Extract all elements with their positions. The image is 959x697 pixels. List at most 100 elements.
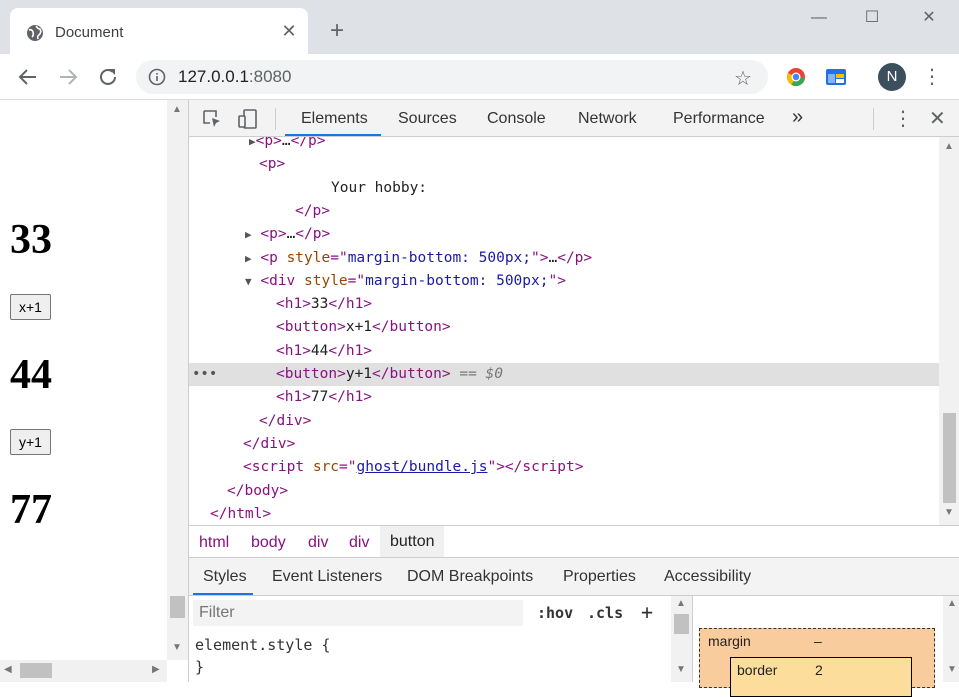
active-subtab-indicator [193,593,253,595]
scroll-left-icon[interactable]: ◀ [4,664,12,675]
dom-node[interactable]: </p> [189,200,939,223]
tab-performance[interactable]: Performance [673,110,765,128]
devtools-close-icon[interactable]: ✕ [929,106,946,131]
dom-node[interactable]: <h1>33</h1> [189,293,939,316]
maximize-button[interactable]: ☐ [857,6,887,30]
page-horizontal-scrollbar[interactable]: ◀ ▶ [0,660,167,682]
y-plus-one-button[interactable]: y+1 [10,429,51,455]
tab-sources[interactable]: Sources [398,110,457,128]
address-bar[interactable]: 127.0.0.1:8080 ☆ [136,60,768,94]
dom-node[interactable]: </div> [189,410,939,433]
page-scroll-thumb[interactable] [170,596,185,618]
dom-node[interactable]: <button>x+1</button> [189,316,939,339]
dom-node[interactable]: </body> [189,480,939,503]
tab-styles[interactable]: Styles [203,568,247,586]
element-style-open[interactable]: element.style { [195,636,330,654]
scroll-right-icon[interactable]: ▶ [152,664,160,675]
dom-scroll-thumb[interactable] [943,413,956,503]
scroll-down-icon[interactable]: ▼ [172,642,182,653]
breadcrumb-div-outer[interactable]: div [308,534,328,552]
bm-scroll-up-icon[interactable]: ▲ [947,598,957,609]
toolbar-divider [275,108,276,130]
chrome-extension-icon[interactable] [785,66,807,88]
tab-event-listeners[interactable]: Event Listeners [272,568,382,586]
globe-icon [27,25,43,41]
tab-accessibility[interactable]: Accessibility [664,568,751,586]
dom-node[interactable]: <h1>77</h1> [189,386,939,409]
dom-node[interactable]: Your hobby: [189,177,939,200]
styles-scroll-up-icon[interactable]: ▲ [676,598,686,609]
dom-node[interactable]: ▶<p>…</p> [189,137,939,153]
dom-node[interactable]: ▶ <p style="margin-bottom: 500px;">…</p> [189,247,939,270]
tab-close-icon[interactable]: ✕ [280,22,298,40]
tab-dom-breakpoints[interactable]: DOM Breakpoints [407,568,533,586]
dom-node[interactable]: ▶ <p>…</p> [189,223,939,246]
profile-avatar[interactable]: N [878,63,906,91]
dom-node[interactable]: <script src="ghost/bundle.js"></script> [189,456,939,479]
info-icon[interactable] [148,68,166,86]
dom-node-markup: <h1>44</h1> [276,342,373,359]
dom-node[interactable]: </div> [189,433,939,456]
url-host: 127.0.0.1 [178,67,249,86]
dom-scroll-up-icon[interactable]: ▲ [944,141,954,152]
dom-node-markup: </body> [227,482,289,499]
tab-network[interactable]: Network [578,110,637,128]
element-style-close: } [195,658,205,676]
inspect-element-icon[interactable] [201,108,223,130]
cls-toggle[interactable]: .cls [587,604,623,622]
box-model-scrollbar[interactable]: ▲ ▼ [943,596,959,682]
tab-elements[interactable]: Elements [301,110,368,128]
browser-toolbar: 127.0.0.1:8080 ☆ N ⋮ [0,54,959,100]
browser-tab[interactable]: Document ✕ [10,8,308,54]
bm-scroll-down-icon[interactable]: ▼ [947,664,957,675]
new-rule-plus-icon[interactable]: + [641,600,653,624]
margin-value[interactable]: – [814,633,822,649]
devtools-panel: Elements Sources Console Network Perform… [188,100,959,697]
dom-node[interactable]: <h1>44</h1> [189,340,939,363]
more-tabs-icon[interactable]: » [792,106,803,129]
device-toolbar-icon[interactable] [237,108,259,130]
page-vertical-scrollbar[interactable]: ▲ ▼ [167,100,188,660]
x-plus-one-button[interactable]: x+1 [10,294,51,320]
dom-node[interactable]: <p> [189,153,939,176]
page-hscroll-thumb[interactable] [20,663,52,678]
dom-scroll-down-icon[interactable]: ▼ [944,507,954,518]
dom-node[interactable]: </html> [189,503,939,525]
dom-node[interactable]: ▼ <div style="margin-bottom: 500px;"> [189,270,939,293]
devtools-menu-icon[interactable]: ⋮ [893,106,913,131]
chrome-menu-icon[interactable]: ⋮ [922,66,942,88]
new-tab-button[interactable]: + [326,19,348,43]
tab-properties[interactable]: Properties [563,568,636,586]
scroll-up-icon[interactable]: ▲ [172,104,182,115]
minimize-button[interactable]: — [804,6,834,30]
border-value[interactable]: 2 [815,662,823,678]
page-viewport: 33 x+1 44 y+1 77 [0,100,167,682]
styles-filter-input[interactable] [193,600,523,626]
breadcrumb-div-inner[interactable]: div [349,534,369,552]
close-window-button[interactable]: ✕ [914,6,944,30]
styles-scrollbar[interactable]: ▲ ▼ [671,596,692,682]
dom-node-markup: <button>x+1</button> [276,319,451,336]
dom-node-markup: <button>y+1</button> == $0 [276,366,504,382]
dom-tree-scrollbar[interactable]: ▲ ▼ [939,137,959,525]
reload-icon[interactable] [96,65,120,89]
forward-arrow-icon[interactable] [56,65,80,89]
breadcrumb-button[interactable]: button [380,526,445,557]
toolbar-divider-right [873,108,874,130]
dom-node-markup: </html> [210,505,272,522]
box-model-pane: margin – border 2 ▲ ▼ [692,596,959,697]
dom-node-selected[interactable]: ••• <button>y+1</button> == $0 [189,363,939,386]
breadcrumb-body[interactable]: body [251,534,286,552]
back-arrow-icon[interactable] [16,65,40,89]
tab-extension-icon[interactable] [825,66,847,88]
node-actions-icon[interactable]: ••• [192,363,217,386]
dom-node-markup: ▶<p>…</p> [249,137,326,149]
hov-toggle[interactable]: :hov [537,604,573,622]
dom-node-markup: Your hobby: [331,179,428,196]
bookmark-star-icon[interactable]: ☆ [734,66,752,91]
url-port: :8080 [248,67,292,86]
styles-scroll-thumb[interactable] [674,614,689,634]
tab-console[interactable]: Console [487,110,546,128]
breadcrumb-html[interactable]: html [199,534,229,552]
styles-scroll-down-icon[interactable]: ▼ [676,664,686,675]
